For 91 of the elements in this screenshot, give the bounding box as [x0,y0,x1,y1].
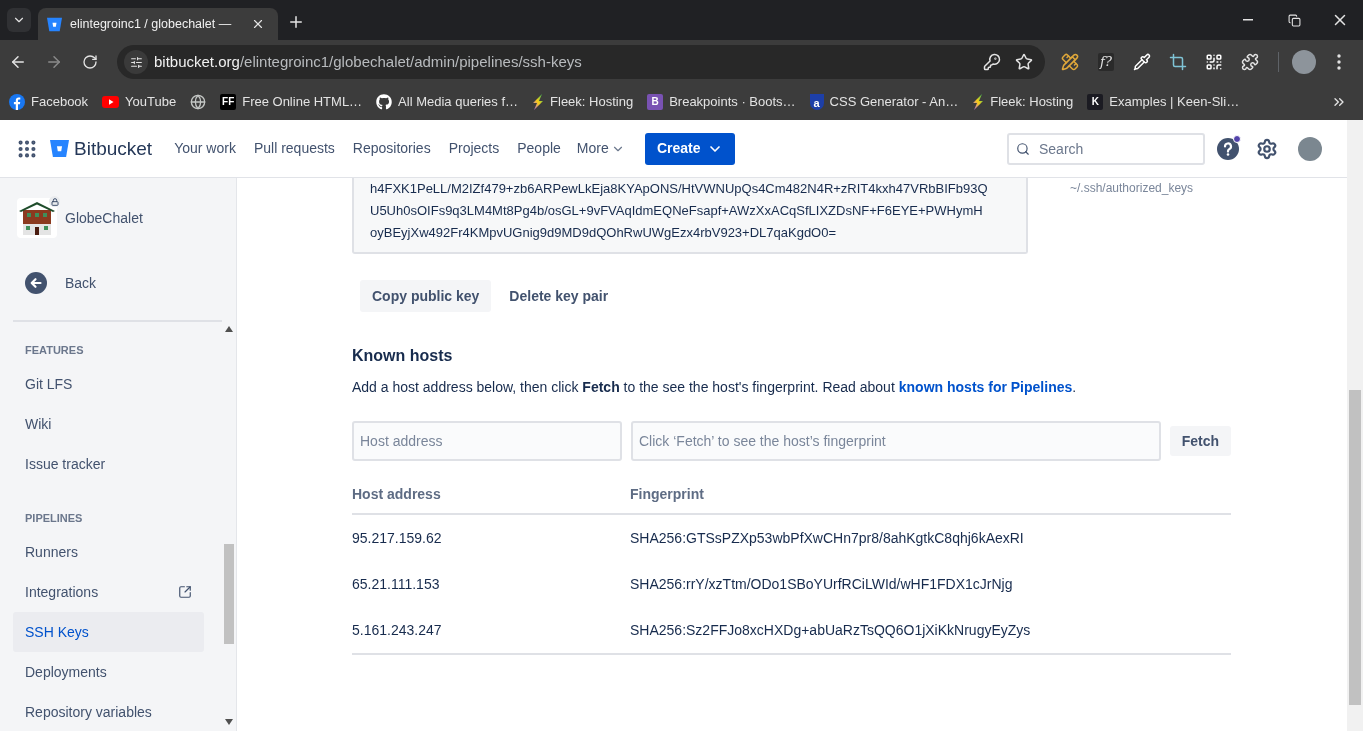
create-button[interactable]: Create [644,132,735,165]
bookmark[interactable]: a CSS Generator - An… [803,88,965,116]
section-heading: PIPELINES [25,511,83,526]
bookmark[interactable]: YouTube [96,88,183,116]
action-button[interactable]: Delete key pair [497,280,621,312]
bookmark[interactable]: B Breakpoints · Boots… [641,88,802,116]
back-link[interactable]: Back [25,272,97,294]
host-address-cell-text: 5.161.243.247 [352,620,442,640]
nav-link[interactable]: Projects [440,132,508,165]
facebook-icon [9,94,25,110]
tab-favicon-icon [47,16,62,32]
eyedropper-icon [1133,53,1151,71]
nav-menu[interactable]: More [570,132,631,165]
nav-link[interactable]: Repositories [344,132,439,165]
column-header: Host address [352,484,441,504]
qr-code-icon [1205,53,1223,71]
pencil-ruler-icon [1061,53,1079,71]
nav-link[interactable]: Your work [166,132,244,165]
key-icon[interactable] [983,53,1001,71]
extension-button[interactable]: f? [1090,46,1122,78]
sidebar-item[interactable]: Repository variables [13,692,204,731]
lightning-icon [532,94,545,110]
site-info-icon[interactable] [124,50,148,74]
host-address-field[interactable]: Host address [352,421,622,461]
settings-icon [1256,137,1278,160]
search-icon [1016,141,1030,156]
close-icon [251,17,265,31]
scroll-up-arrow-icon[interactable] [225,326,233,332]
public-key-text: h4FXK1PeLL/M2IZf479+zb6ARPewLkEja8KYApONS/HtVWNUpQs4Cm482N4R+zRIT4kxh47VRbBIFb93Q U5Uh0sOIFs9q3LM4Mt8Pg4b/osGL+9vFVAqIdmEQNeFsapf+AWzXxACqSfLIXZDsNF+F6EYE+PWHymH oyBEyjXw492Fr4KMpvUGnig9d9MD9dQOhRwUWgEzx4rbV923+DL7qaKgdO0= [370,180,988,242]
product-name[interactable]: Bitbucket [74,139,153,158]
scrollbar-thumb[interactable] [224,544,234,644]
help-icon [1217,137,1239,160]
bookmark[interactable]: FF Free Online HTML… [214,88,369,116]
tab-title: elintegroinc1 / globechalet — [70,15,233,33]
sidebar-item[interactable]: Runners [13,532,204,572]
bookmark[interactable]: Fleek: Hosting [526,88,640,116]
action-button[interactable]: Copy public key [360,280,492,312]
nav-link[interactable]: People [509,132,569,165]
browser-tab[interactable]: elintegroinc1 / globechalet — [38,8,278,40]
scrollbar-thumb[interactable] [1349,390,1361,705]
site-favicon: FF [220,94,237,110]
profile-avatar[interactable] [1292,50,1316,74]
search-field[interactable]: Search [1007,132,1205,165]
minimize-icon [1243,19,1253,21]
puzzle-icon [1241,53,1259,71]
site-favicon: a [809,94,824,110]
play-icon [102,96,120,108]
forward-arrow-icon [45,53,63,71]
nav-link[interactable]: Pull requests [245,132,343,165]
logo-icon [50,139,69,158]
column-header: Fingerprint [630,484,704,504]
sidebar-item[interactable]: Issue tracker [13,444,204,484]
formula-extension-tile: f? [1098,53,1114,71]
known-hosts-description: Add a host address below, then click Fetch to the see the host's fingerprint. Read about known hosts for Pipelines. [352,378,1077,397]
bookmark[interactable]: Facebook [3,88,95,116]
repository-name[interactable]: GlobeChalet [65,207,143,229]
bookmark[interactable]: K Examples | Keen-Sli… [1081,88,1246,116]
sidebar-item[interactable]: SSH Keys [13,612,204,652]
host-address-cell-text: 95.217.159.62 [352,528,442,548]
sidebar-item[interactable]: Wiki [13,404,204,444]
user-avatar[interactable] [1298,136,1322,161]
reload-icon [82,54,98,70]
scroll-down-arrow-icon[interactable] [225,719,233,725]
fingerprint-cell-text: SHA256:Sz2FFJo8xcHXDg+abUaRzTsQQ6O1jXiKkNrugyEyZys [630,620,1031,640]
address-bar[interactable]: bitbucket.org/elintegroinc1/globechalet/admin/pipelines/ssh-keys [117,45,1045,79]
key-location-text: ~/.ssh/authorized_keys [1070,180,1194,197]
sidebar-item[interactable]: Deployments [13,652,204,692]
known-hosts-heading: Known hosts [352,346,453,366]
site-favicon: B [647,94,664,110]
fetch-button[interactable]: Fetch [1169,426,1231,456]
host-address-cell-text: 65.21.111.153 [352,574,440,594]
globe-icon [190,94,207,110]
fingerprint-field[interactable]: Click ‘Fetch’ to see the host’s fingerprint [631,421,1161,461]
bookmark[interactable]: All Media queries f… [370,88,525,116]
chalet-house-icon [17,198,57,238]
tab-search-button[interactable] [7,8,31,32]
restore-icon [1287,13,1301,27]
bookmark[interactable]: Fleek: Hosting [966,88,1080,116]
sidebar-item[interactable]: Git LFS [13,364,204,404]
lightning-icon [972,94,985,110]
crop-icon [1169,53,1187,71]
section-heading: FEATURES [25,343,84,358]
menu-icon [1337,54,1341,70]
sidebar-item[interactable]: Integrations [13,572,204,612]
fingerprint-cell-text: SHA256:GTSsPZXp53wbPfXwCHn7pr8/8ahKgtkC8qhj6kAexRI [630,528,1024,548]
url-text[interactable]: bitbucket.org/elintegroinc1/globechalet/admin/pipelines/ssh-keys [154,50,582,74]
github-icon [376,94,393,110]
bookmark-star-icon[interactable] [1015,53,1033,71]
plus-icon [287,13,305,31]
fingerprint-cell-text: SHA256:rrY/xzTtm/ODo1SBoYUrfRCiLWId/wHF1FDX1cJrNjg [630,574,1013,594]
site-favicon: K [1087,94,1104,110]
